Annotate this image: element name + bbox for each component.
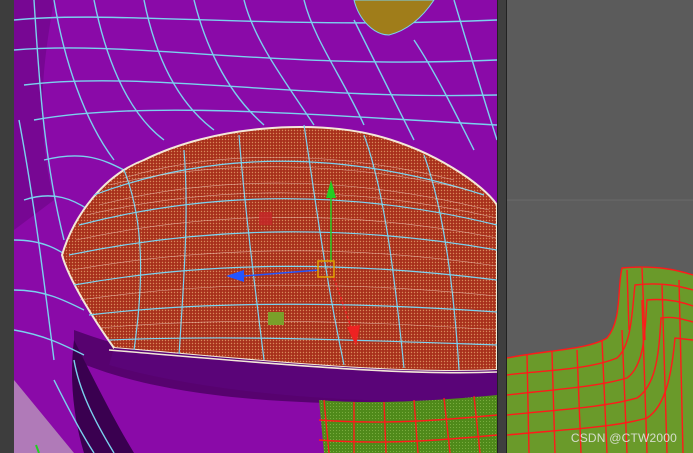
secondary-canvas[interactable] — [507, 0, 693, 453]
viewport-left-border — [0, 0, 14, 453]
gizmo-plane-xz[interactable] — [268, 312, 284, 325]
selected-faces[interactable] — [60, 126, 497, 372]
viewport-perspective[interactable] — [14, 0, 497, 453]
body-mesh-right[interactable] — [507, 267, 693, 453]
viewport-secondary[interactable] — [507, 0, 693, 453]
watermark-text: CSDN @CTW2000 — [570, 431, 677, 445]
mesh-canvas[interactable] — [14, 0, 497, 453]
gizmo-plane-xy[interactable] — [259, 212, 272, 225]
viewport-divider[interactable] — [497, 0, 507, 453]
lower-body-mesh[interactable] — [319, 395, 497, 453]
